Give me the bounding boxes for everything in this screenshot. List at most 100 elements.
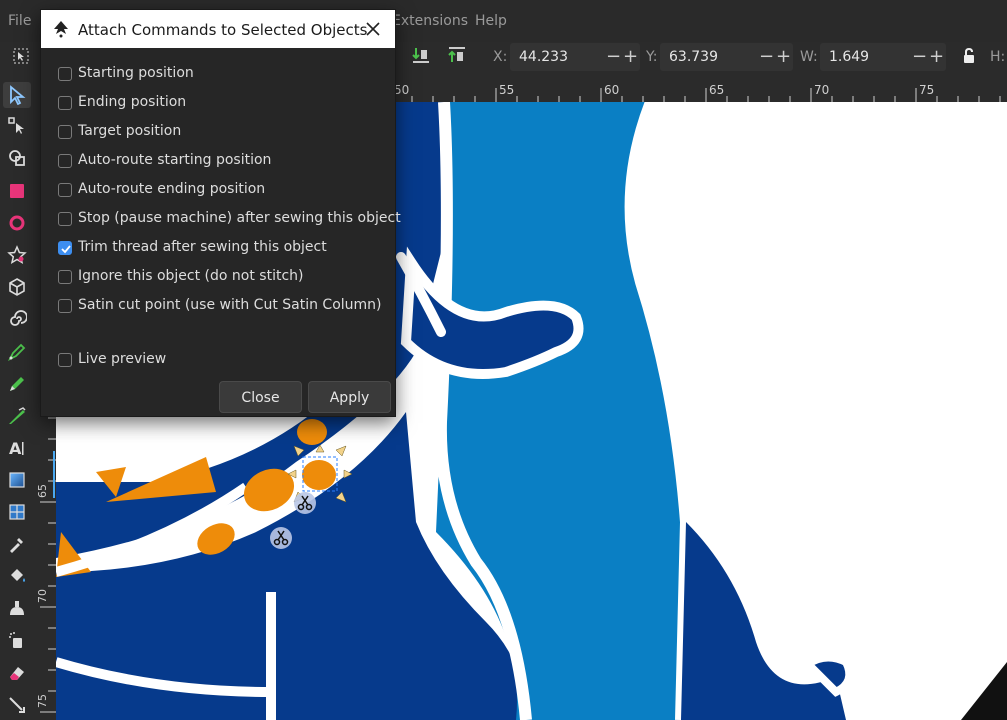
select-all-icon[interactable] (12, 47, 30, 65)
dialog-title-bar: Attach Commands to Selected Objects (41, 10, 395, 48)
ellipse-icon (9, 215, 25, 231)
w-value: 1.649 (829, 49, 870, 65)
checkbox[interactable] (58, 125, 72, 139)
connector-icon (9, 697, 25, 713)
selector-tool[interactable] (3, 82, 31, 108)
option-label: Auto-route starting position (78, 152, 272, 168)
menu-file[interactable]: File (8, 13, 31, 29)
gradient-icon (9, 472, 25, 488)
connector-tool[interactable] (7, 695, 27, 715)
attach-commands-dialog: Attach Commands to Selected Objects Star… (40, 9, 401, 417)
ellipse-tool[interactable] (7, 213, 27, 233)
toolbox: A (0, 82, 34, 720)
ruler-label: 70 (814, 83, 830, 97)
ruler-label: 75 (919, 83, 935, 97)
option-label: Ignore this object (do not stitch) (78, 268, 304, 284)
w-field[interactable]: 1.649 (820, 43, 946, 71)
pen-tool[interactable] (7, 342, 27, 362)
star-tool[interactable] (7, 245, 27, 265)
shape-builder-icon (9, 150, 25, 166)
option-label: Ending position (78, 94, 187, 110)
ruler-label: 70 (36, 589, 49, 603)
text-icon: A (9, 439, 24, 458)
align-top-icon[interactable] (448, 46, 466, 66)
checkbox[interactable] (58, 154, 72, 168)
option-label: Auto-route ending position (78, 181, 266, 197)
w-label: W: (800, 49, 818, 65)
option-label: Stop (pause machine) after sewing this o… (78, 210, 401, 226)
spiral-icon (10, 310, 27, 326)
w-decrement-icon[interactable]: − (912, 48, 927, 66)
x-value: 44.233 (519, 49, 568, 65)
x-decrement-icon[interactable]: − (606, 48, 621, 66)
close-button[interactable]: Close (219, 381, 302, 413)
dropper-tool[interactable] (7, 534, 27, 554)
pencil-icon (10, 377, 24, 391)
pointer-icon (10, 85, 26, 105)
x-increment-icon[interactable]: + (623, 48, 638, 66)
menu-help[interactable]: Help (475, 13, 507, 29)
checkbox[interactable] (58, 67, 72, 81)
checkbox[interactable] (58, 353, 72, 367)
ruler-label: 65 (709, 83, 725, 97)
y-label: Y: (646, 49, 658, 65)
shape-builder-tool[interactable] (7, 148, 27, 168)
calligraphy-icon (9, 407, 26, 424)
pen-icon (7, 343, 26, 362)
scissors-icon[interactable] (293, 491, 317, 515)
mesh-icon (9, 504, 25, 520)
y-decrement-icon[interactable]: − (759, 48, 774, 66)
rectangle-tool[interactable] (7, 181, 27, 201)
text-tool[interactable]: A (7, 438, 27, 458)
3d-box-tool[interactable] (7, 277, 27, 297)
ruler-label: 50 (394, 83, 410, 97)
option-label: Trim thread after sewing this object (78, 239, 327, 255)
y-value: 63.739 (669, 49, 718, 65)
dialog-title: Attach Commands to Selected Objects (78, 21, 368, 39)
w-increment-icon[interactable]: + (929, 48, 944, 66)
spiral-tool[interactable] (7, 309, 27, 329)
checkbox[interactable] (58, 183, 72, 197)
spray-tool[interactable] (7, 630, 27, 650)
x-label: X: (493, 49, 508, 65)
align-bottom-icon[interactable] (412, 46, 430, 66)
eraser-icon (10, 667, 24, 680)
cube-icon (9, 278, 25, 296)
scissors-icon[interactable] (269, 526, 293, 550)
node-tool[interactable] (7, 116, 27, 136)
ruler-label: 75 (36, 694, 49, 708)
node-icon (8, 117, 24, 134)
ruler-label: 55 (499, 83, 515, 97)
checkbox-checked[interactable] (58, 241, 72, 255)
checkmark-icon (61, 245, 71, 254)
y-increment-icon[interactable]: + (776, 48, 791, 66)
paint-bucket-tool[interactable] (7, 566, 27, 586)
option-label: Target position (78, 123, 182, 139)
calligraphy-tool[interactable] (7, 406, 27, 426)
menu-extensions[interactable]: Extensions (392, 13, 468, 29)
h-label: H: (990, 49, 1006, 65)
option-label: Starting position (78, 65, 194, 81)
tweak-icon (10, 601, 24, 615)
apply-button[interactable]: Apply (308, 381, 391, 413)
pencil-tool[interactable] (7, 374, 27, 394)
inkscape-logo-icon (51, 19, 71, 39)
dropper-icon (10, 538, 23, 553)
star-icon (7, 245, 27, 265)
lock-icon[interactable] (962, 47, 976, 64)
ruler-label: 65 (36, 484, 49, 498)
checkbox[interactable] (58, 270, 72, 284)
checkbox[interactable] (58, 299, 72, 313)
gradient-tool[interactable] (7, 470, 27, 490)
checkbox[interactable] (58, 96, 72, 110)
ruler-label: 60 (604, 83, 620, 97)
close-icon[interactable] (363, 19, 383, 39)
svg-text:A: A (9, 439, 22, 458)
paint-bucket-icon (11, 569, 25, 582)
rectangle-icon (10, 184, 24, 198)
eraser-tool[interactable] (7, 663, 27, 683)
option-label: Satin cut point (use with Cut Satin Colu… (78, 297, 382, 313)
tweak-tool[interactable] (7, 598, 27, 618)
mesh-tool[interactable] (7, 502, 27, 522)
checkbox[interactable] (58, 212, 72, 226)
